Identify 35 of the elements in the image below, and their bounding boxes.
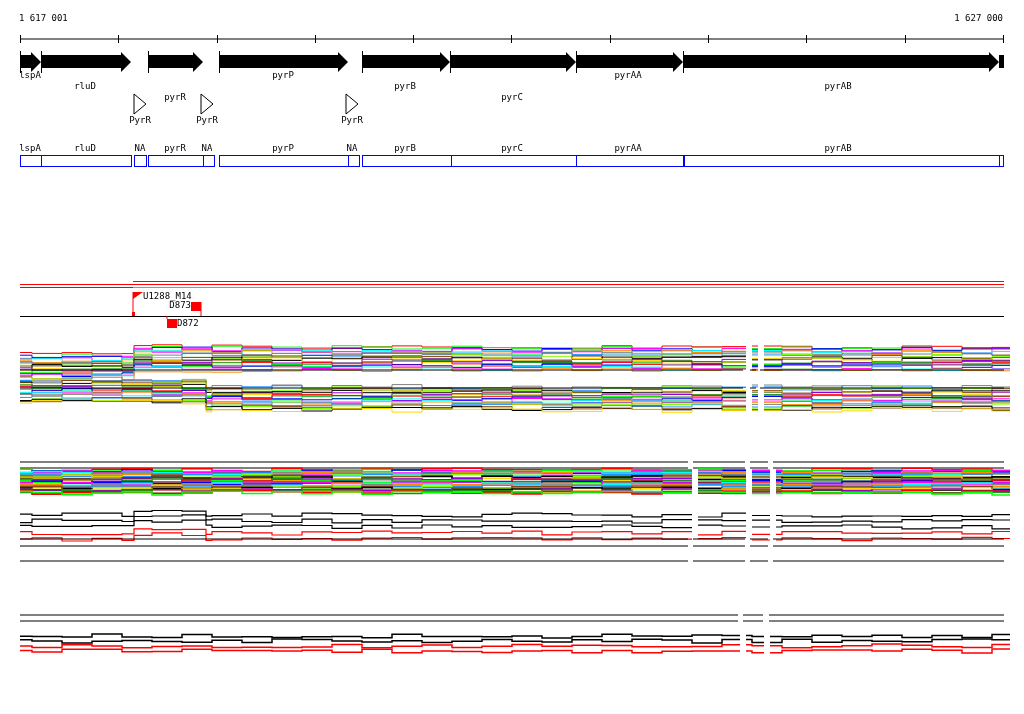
square-marker bbox=[166, 315, 177, 328]
gene-label: pyrP bbox=[272, 70, 294, 81]
annotation-label: pyrR bbox=[164, 143, 186, 154]
annotation-label: rluD bbox=[74, 143, 96, 154]
square-marker bbox=[191, 301, 202, 317]
marker-label: U1288_M14 bbox=[143, 291, 192, 301]
terminator-icon bbox=[133, 93, 147, 115]
annotation-label: pyrAA bbox=[614, 143, 642, 154]
gene-label: pyrAB bbox=[824, 81, 852, 92]
annotation-label: pyrC bbox=[501, 143, 523, 154]
gene-label: pyrAA bbox=[614, 70, 642, 81]
gene-label: pyrR bbox=[164, 92, 186, 103]
annotation-label: NA bbox=[346, 143, 358, 154]
annotation-label: NA bbox=[134, 143, 146, 154]
marker-label: D873 bbox=[169, 300, 191, 311]
terminator-label: PyrR bbox=[129, 115, 151, 126]
start-coordinate: 1 617 001 bbox=[19, 13, 68, 24]
annotation-label: pyrP bbox=[272, 143, 294, 154]
terminator-label: PyrR bbox=[196, 115, 218, 126]
gene-label: lspA bbox=[19, 70, 41, 81]
annotation-label: pyrAB bbox=[824, 143, 852, 154]
annotation-label: lspA bbox=[19, 143, 41, 154]
gene-fragment bbox=[999, 55, 1004, 68]
flag-marker bbox=[132, 291, 143, 317]
terminator-label: PyrR bbox=[341, 115, 363, 126]
end-coordinate: 1 627 000 bbox=[954, 13, 1003, 24]
gene-label: pyrB bbox=[394, 81, 416, 92]
gene-label: rluD bbox=[74, 81, 96, 92]
annotation-label: NA bbox=[201, 143, 213, 154]
gene-label: pyrC bbox=[501, 92, 523, 103]
gene-arrow bbox=[148, 50, 203, 74]
marker-label: D872 bbox=[177, 318, 199, 329]
terminator-icon bbox=[200, 93, 214, 115]
annotation-label: pyrB bbox=[394, 143, 416, 154]
terminator-icon bbox=[345, 93, 359, 115]
